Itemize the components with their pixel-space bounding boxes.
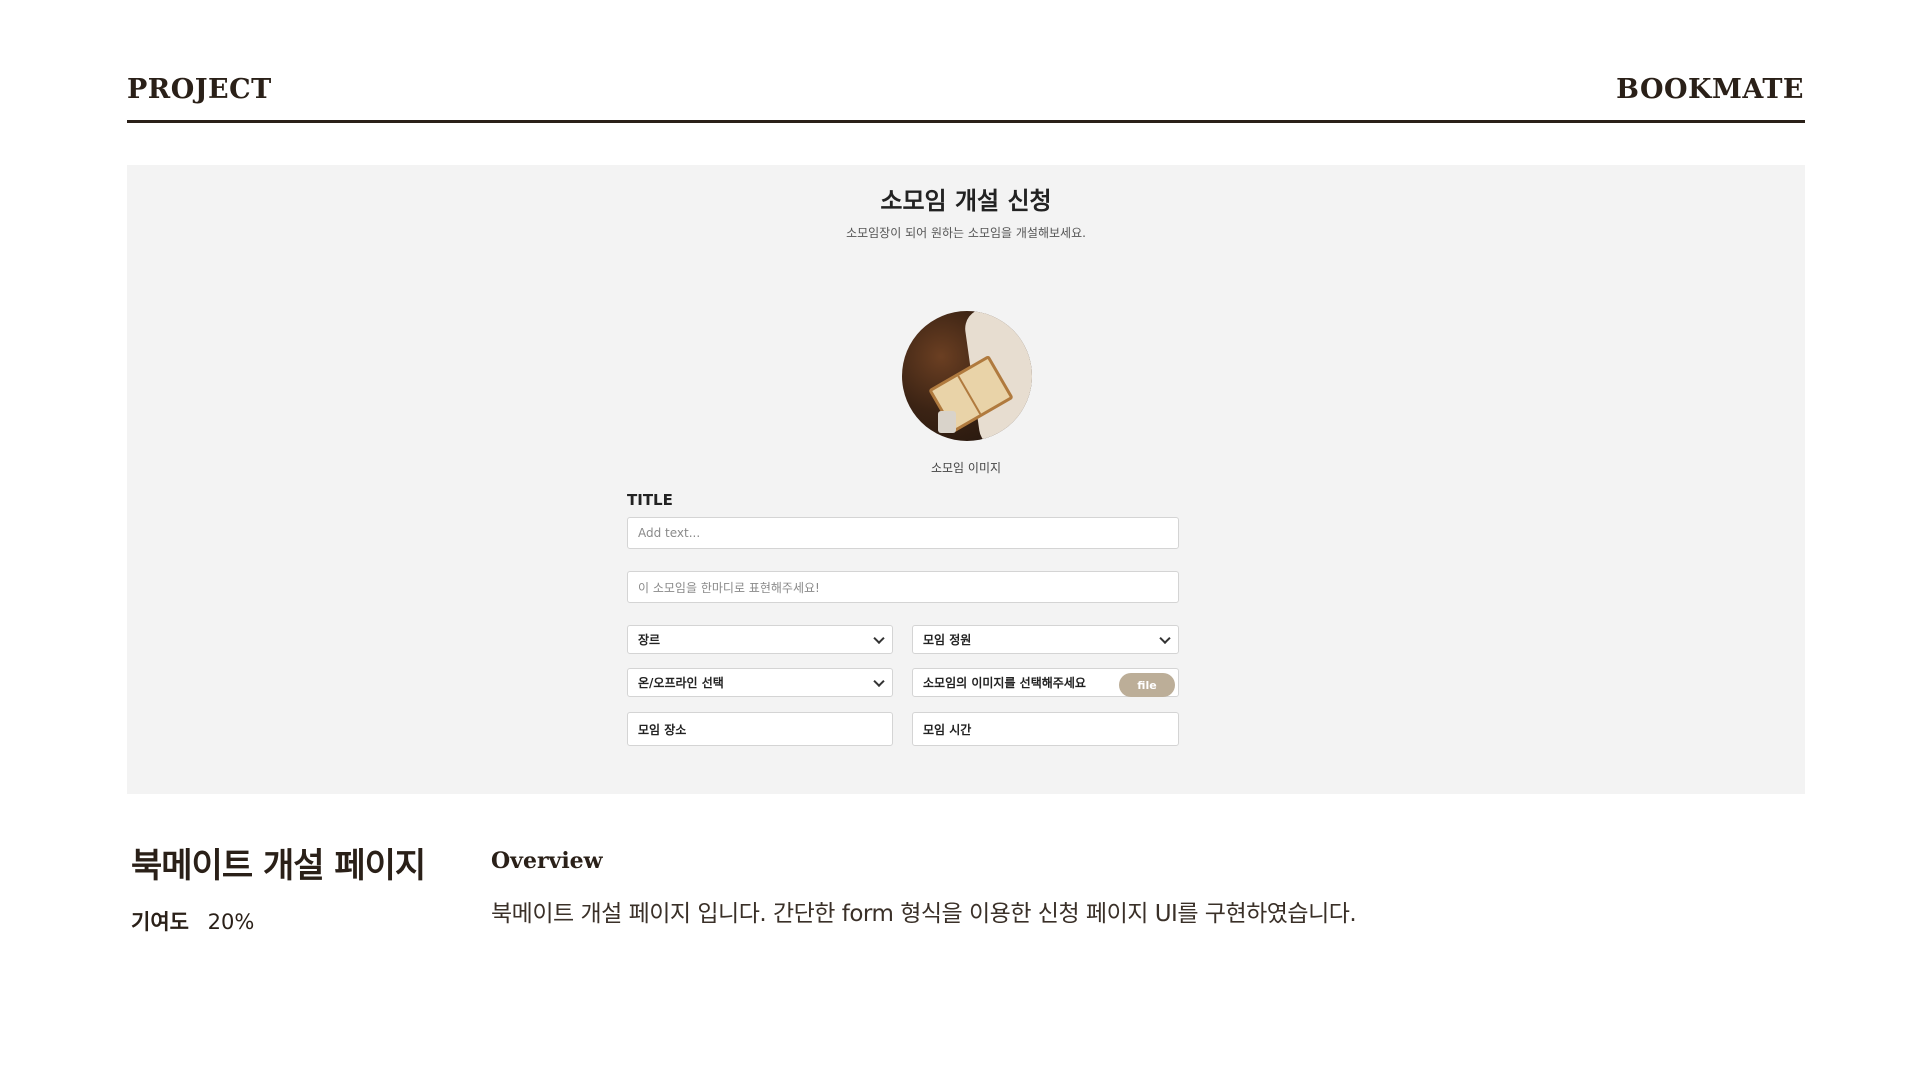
time-input[interactable]: 모임 시간 — [912, 712, 1179, 746]
place-input[interactable]: 모임 장소 — [627, 712, 893, 746]
image-file-field[interactable]: 소모임의 이미지를 선택해주세요 file — [912, 668, 1179, 697]
summary-input-placeholder: 이 소모임을 한마디로 표현해주세요! — [638, 580, 820, 595]
form-screenshot: 소모임 개설 신청 소모임장이 되어 원하는 소모임을 개설해보세요. 소모임 … — [127, 165, 1805, 794]
header-bookmate-label: BOOKMATE — [1616, 74, 1804, 105]
title-input-placeholder: Add text... — [638, 526, 701, 540]
chevron-down-icon — [873, 675, 885, 687]
chevron-down-icon — [873, 632, 885, 644]
time-input-label: 모임 시간 — [923, 722, 972, 737]
group-image-avatar[interactable] — [902, 311, 1032, 441]
form-subtitle: 소모임장이 되어 원하는 소모임을 개설해보세요. — [846, 226, 1086, 240]
group-image-label: 소모임 이미지 — [930, 461, 1002, 475]
online-offline-select-value: 온/오프라인 선택 — [638, 676, 724, 690]
genre-select-value: 장르 — [638, 633, 661, 647]
capacity-select[interactable]: 모임 정원 — [912, 625, 1179, 654]
avatar-cup — [938, 411, 956, 433]
contribution-value: 20% — [207, 910, 255, 934]
project-title: 북메이트 개설 페이지 — [131, 846, 426, 886]
image-file-field-text: 소모임의 이미지를 선택해주세요 — [923, 676, 1086, 690]
header-divider — [127, 120, 1805, 123]
contribution-label: 기여도 — [131, 910, 189, 934]
title-input[interactable]: Add text... — [627, 517, 1179, 549]
form-title: 소모임 개설 신청 — [880, 187, 1052, 215]
overview-text: 북메이트 개설 페이지 입니다. 간단한 form 형식을 이용한 신청 페이지… — [491, 901, 1357, 927]
genre-select[interactable]: 장르 — [627, 625, 893, 654]
summary-input[interactable]: 이 소모임을 한마디로 표현해주세요! — [627, 571, 1179, 603]
online-offline-select[interactable]: 온/오프라인 선택 — [627, 668, 893, 697]
place-input-label: 모임 장소 — [638, 722, 687, 737]
header-project-label: PROJECT — [127, 74, 272, 105]
capacity-select-value: 모임 정원 — [923, 633, 972, 647]
chevron-down-icon — [1159, 632, 1171, 644]
contribution: 기여도 20% — [131, 906, 254, 936]
file-button[interactable]: file — [1119, 673, 1175, 697]
overview-heading: Overview — [491, 848, 603, 874]
title-label: TITLE — [627, 491, 673, 509]
